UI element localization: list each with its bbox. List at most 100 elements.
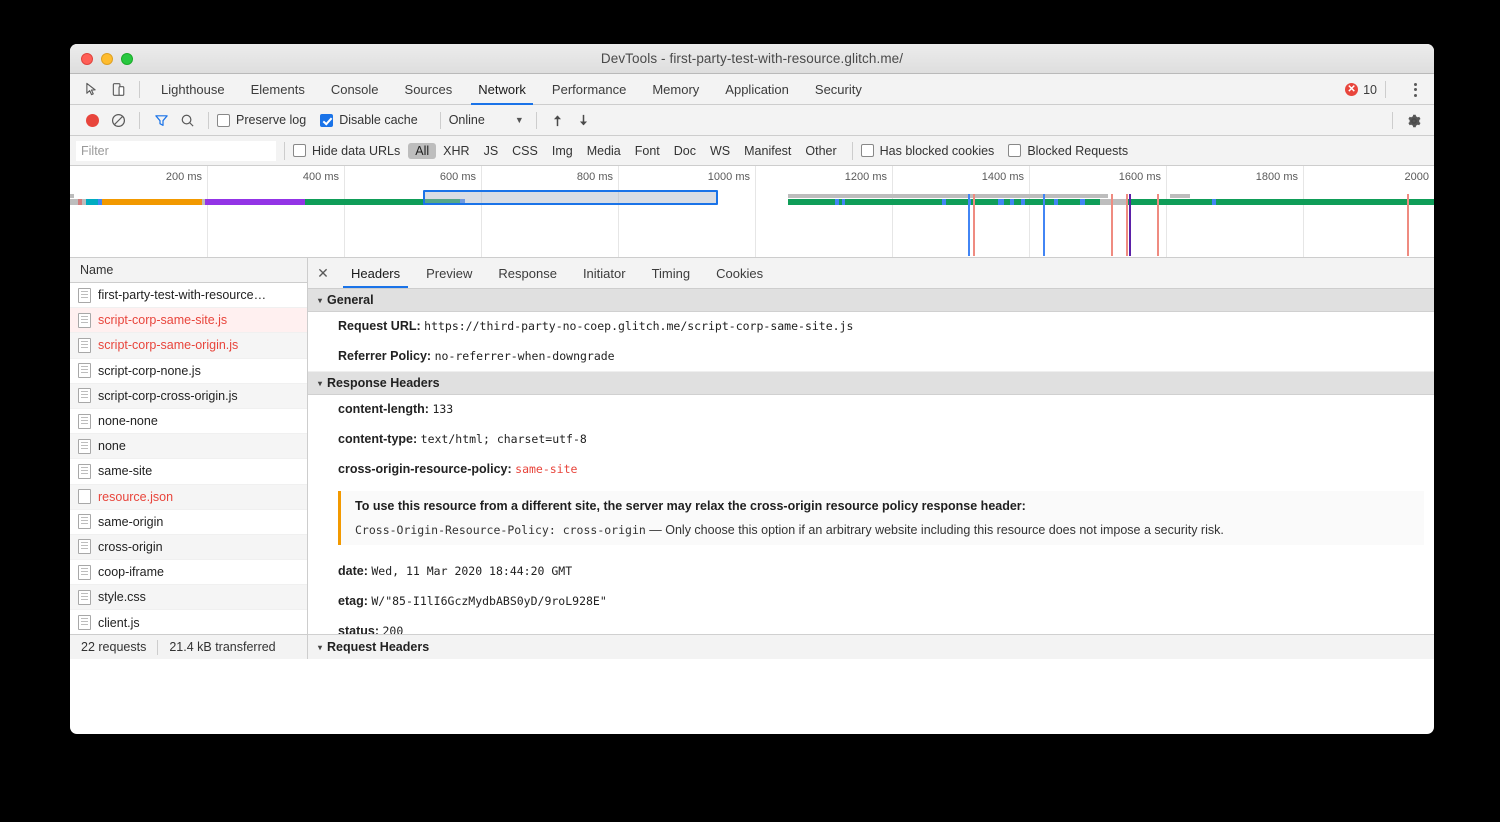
section-general-title: General [327,293,374,307]
throttling-select[interactable]: Online ▼ [449,113,524,127]
section-general-header[interactable]: ▾ General [308,289,1434,312]
tick-600ms: 600 ms [440,171,481,183]
request-count: 22 requests [70,640,157,654]
table-row[interactable]: same-origin [70,510,307,535]
section-response-headers-header[interactable]: ▾ Response Headers [308,372,1434,395]
error-icon: ✕ [1345,83,1358,96]
tab-initiator[interactable]: Initiator [570,258,639,288]
search-input[interactable] [76,141,276,161]
inspect-element-icon[interactable] [79,76,105,102]
tab-memory[interactable]: Memory [639,74,712,105]
tab-elements[interactable]: Elements [238,74,318,105]
tab-security[interactable]: Security [802,74,875,105]
preserve-log-checkbox[interactable]: Preserve log [217,113,306,127]
hide-data-urls-checkbox[interactable]: Hide data URLs [293,144,400,158]
device-toolbar-icon[interactable] [105,76,131,102]
record-button[interactable] [79,107,105,133]
filter-type-xhr[interactable]: XHR [436,143,476,159]
right-divider [1385,81,1386,98]
header-row-content-type: content-type: text/html; charset=utf-8 [308,425,1434,455]
request-name: same-origin [98,515,163,529]
close-icon[interactable]: ✕ [308,258,338,288]
close-window-button[interactable] [81,53,93,65]
filter-type-css[interactable]: CSS [505,143,545,159]
has-blocked-cookies-checkbox[interactable]: Has blocked cookies [861,144,995,158]
table-row[interactable]: first-party-test-with-resource… [70,283,307,308]
table-row[interactable]: resource.json [70,485,307,510]
search-icon[interactable] [174,107,200,133]
request-status-bar: 22 requests 21.4 kB transferred [70,634,307,659]
blocked-requests-label: Blocked Requests [1027,144,1128,158]
table-row[interactable]: none [70,434,307,459]
has-blocked-cookies-label: Has blocked cookies [880,144,995,158]
import-har-icon[interactable] [545,107,571,133]
minimize-window-button[interactable] [101,53,113,65]
document-icon [78,565,91,580]
network-toolbar-right [1384,105,1434,136]
filter-type-img[interactable]: Img [545,143,580,159]
note-title: To use this resource from a different si… [355,497,1424,515]
filter-type-font[interactable]: Font [628,143,667,159]
request-list-panel: Name first-party-test-with-resource… scr… [70,258,308,659]
network-overview[interactable]: 200 ms 400 ms 600 ms 800 ms 1000 ms 1200… [70,166,1434,258]
export-har-icon[interactable] [571,107,597,133]
filter-type-media[interactable]: Media [580,143,628,159]
preserve-log-label: Preserve log [236,113,306,127]
filter-type-manifest[interactable]: Manifest [737,143,798,159]
table-row[interactable]: cross-origin [70,535,307,560]
chevron-down-icon: ▾ [318,296,322,305]
event-line-load-5 [1407,194,1409,256]
tick-2000ms: 2000 [1405,171,1434,183]
filter-type-all[interactable]: All [408,143,436,159]
error-count-badge[interactable]: ✕ 10 [1345,83,1377,97]
table-row[interactable]: client.js [70,610,307,635]
request-name: style.css [98,590,146,604]
filter-type-other[interactable]: Other [798,143,843,159]
filter-funnel-icon[interactable] [148,107,174,133]
tick-1000ms: 1000 ms [708,171,755,183]
blocked-requests-checkbox[interactable]: Blocked Requests [1008,144,1128,158]
panel-tabs: Lighthouse Elements Console Sources Netw… [148,74,875,105]
table-row[interactable]: script-corp-cross-origin.js [70,384,307,409]
filter-type-js[interactable]: JS [477,143,506,159]
hide-data-urls-label: Hide data URLs [312,144,400,158]
filter-type-doc[interactable]: Doc [667,143,703,159]
request-name: same-site [98,464,152,478]
table-row[interactable]: script-corp-same-origin.js [70,333,307,358]
tab-network[interactable]: Network [465,74,539,105]
table-row[interactable]: coop-iframe [70,560,307,585]
table-row[interactable]: script-corp-none.js [70,359,307,384]
section-request-headers-header[interactable]: ▾ Request Headers [308,634,1434,659]
tab-preview[interactable]: Preview [413,258,485,288]
network-body: Name first-party-test-with-resource… scr… [70,258,1434,659]
zoom-window-button[interactable] [121,53,133,65]
overview-selection-window[interactable] [423,190,718,205]
column-header-name[interactable]: Name [70,258,307,283]
chevron-down-icon: ▾ [318,379,322,388]
error-count-label: 10 [1363,83,1377,97]
table-row[interactable]: same-site [70,459,307,484]
event-line-dcl-2 [1043,194,1045,256]
table-row[interactable]: script-corp-same-site.js [70,308,307,333]
tab-response[interactable]: Response [485,258,570,288]
filter-type-ws[interactable]: WS [703,143,737,159]
header-row-request-url: Request URL: https://third-party-no-coep… [308,312,1434,342]
disable-cache-checkbox[interactable]: Disable cache [320,113,418,127]
tab-timing[interactable]: Timing [639,258,704,288]
tab-sources[interactable]: Sources [392,74,466,105]
request-name: script-corp-none.js [98,364,201,378]
tab-application[interactable]: Application [712,74,802,105]
tab-lighthouse[interactable]: Lighthouse [148,74,238,105]
header-value: W/"85-I1lI6GczMydbABS0yD/9roL928E" [371,594,606,608]
table-row[interactable]: style.css [70,585,307,610]
clear-button[interactable] [105,107,131,133]
gear-icon[interactable] [1401,108,1427,134]
tab-cookies[interactable]: Cookies [703,258,776,288]
table-row[interactable]: none-none [70,409,307,434]
tab-headers[interactable]: Headers [338,258,413,288]
document-icon [78,439,91,454]
tab-console[interactable]: Console [318,74,392,105]
tab-performance[interactable]: Performance [539,74,639,105]
kebab-menu-icon[interactable] [1404,83,1426,97]
event-line-load-1 [973,194,975,256]
